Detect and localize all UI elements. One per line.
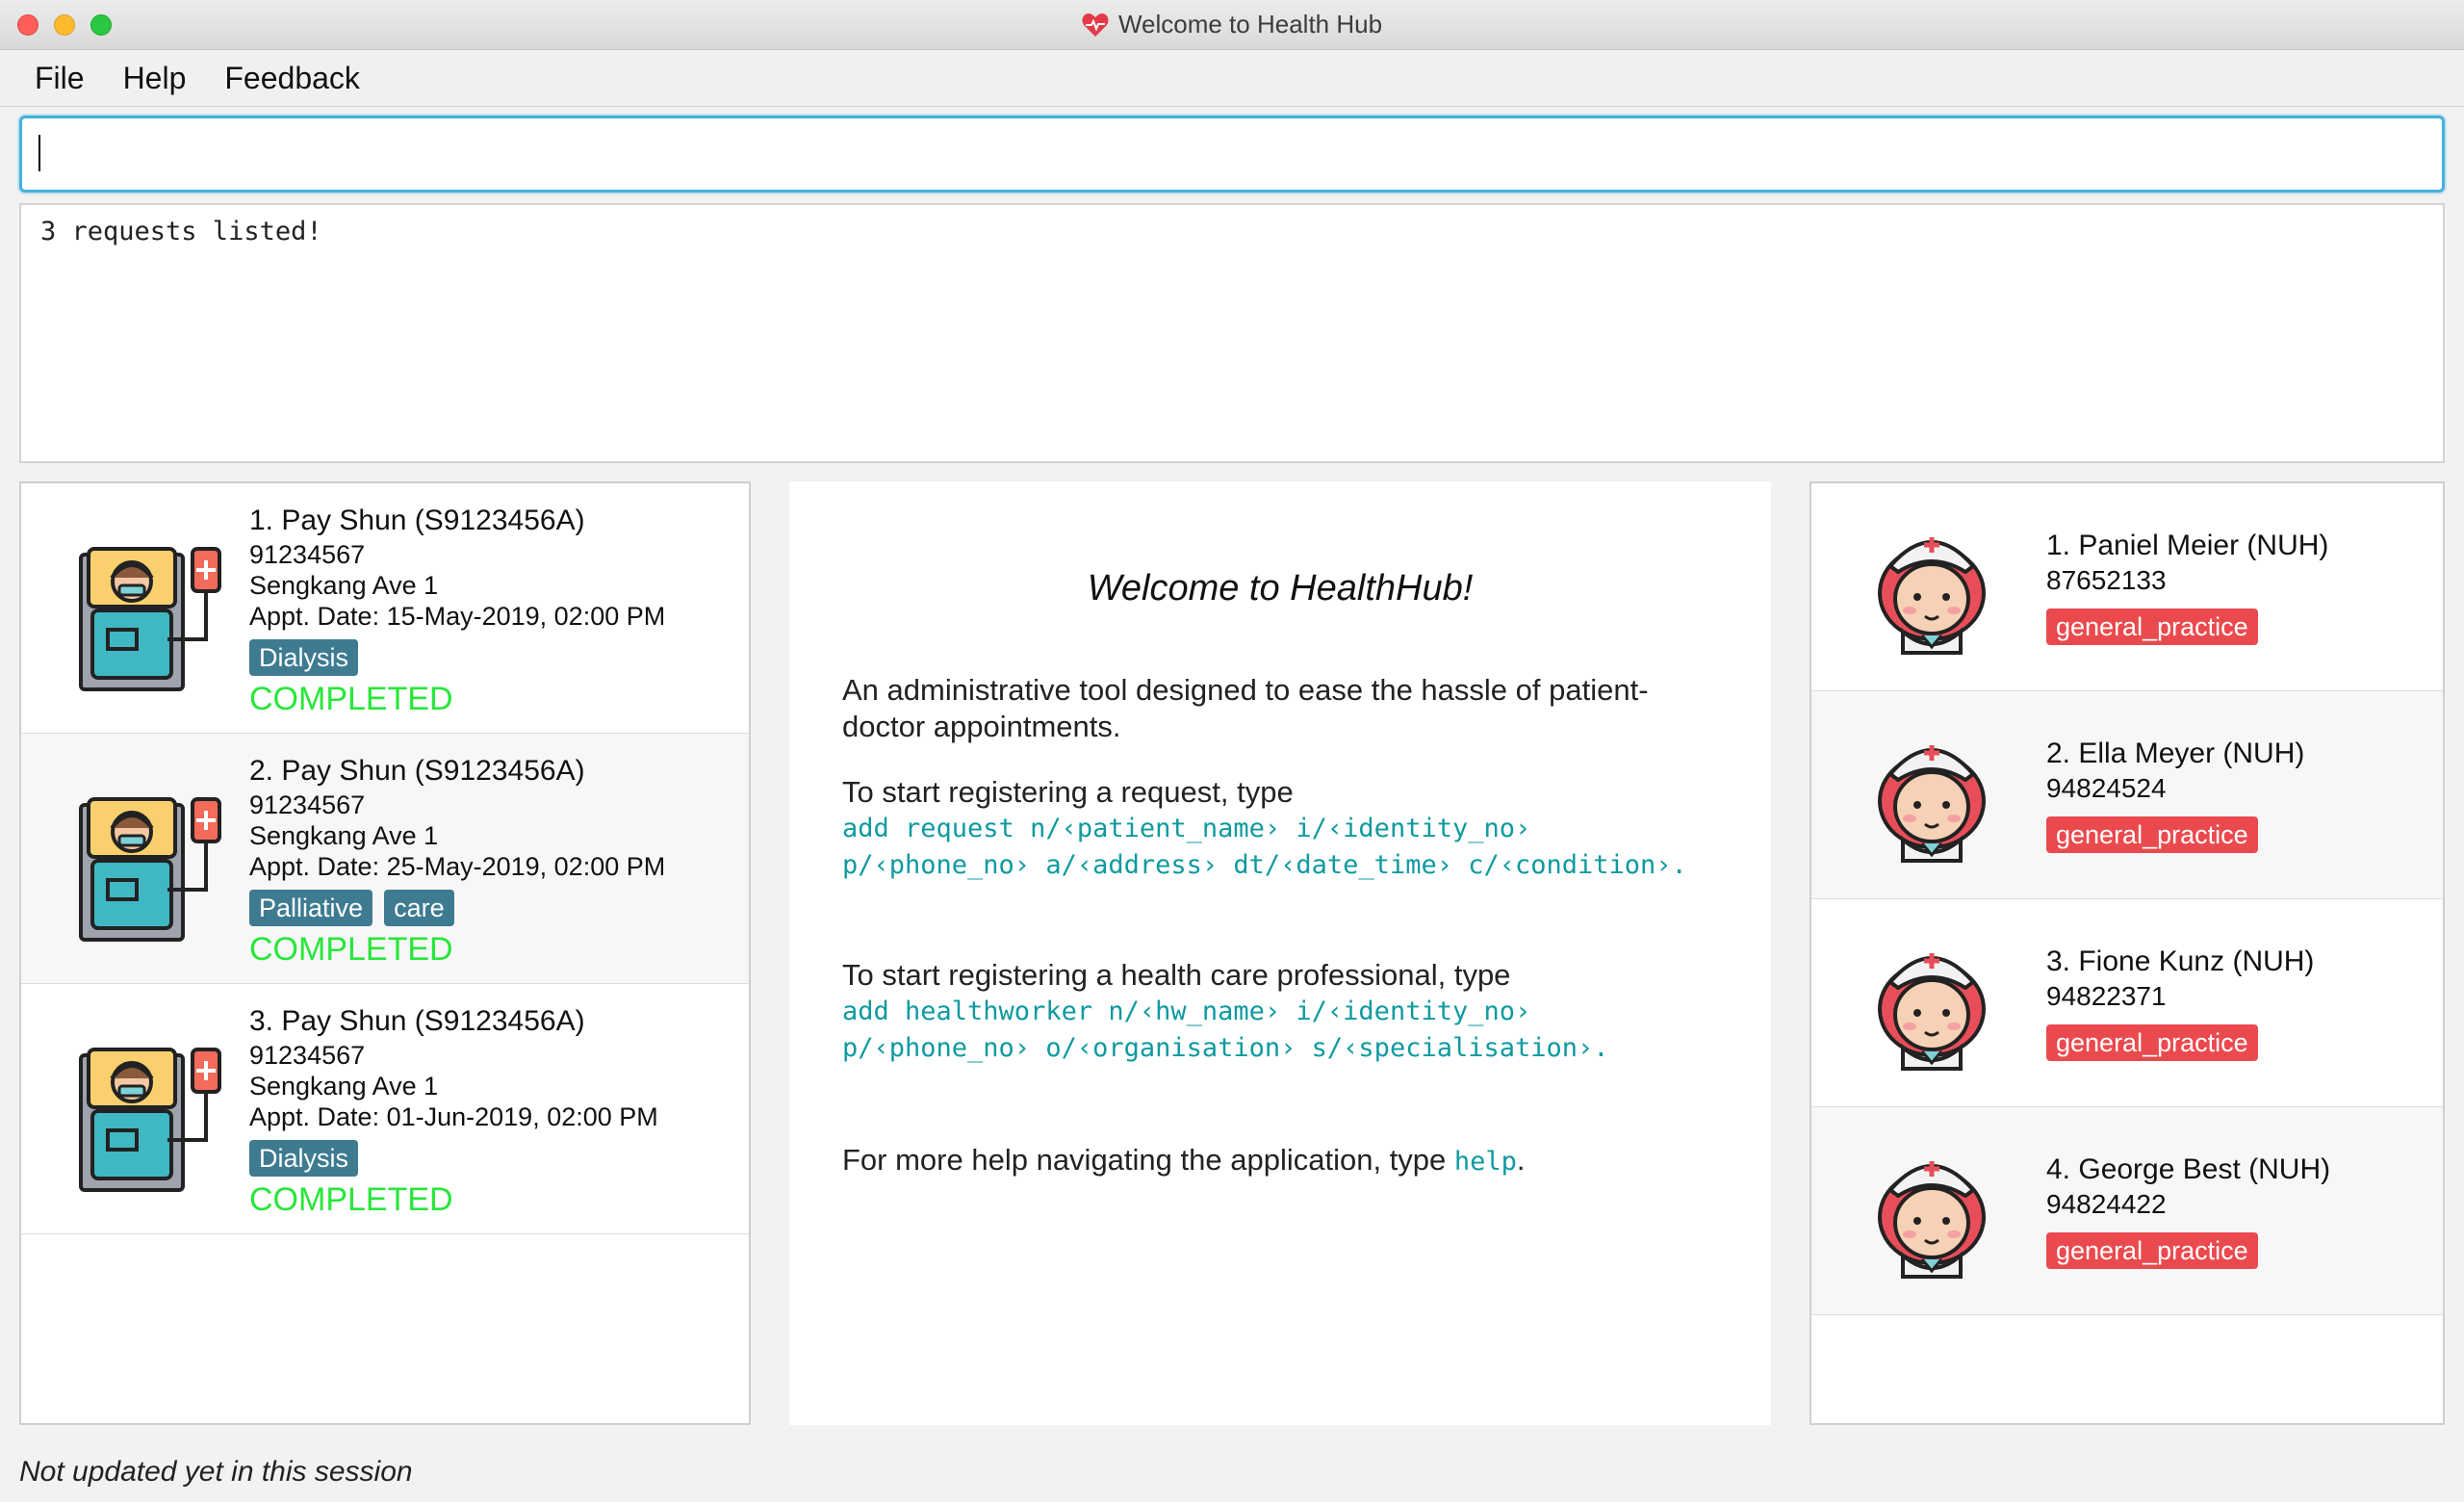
- close-window-button[interactable]: [17, 14, 38, 36]
- help-instructions: For more help navigating the application…: [842, 1142, 1689, 1180]
- command-input[interactable]: [19, 116, 2445, 193]
- healthworker-list-panel[interactable]: 1. Paniel Meier (NUH) 87652133 general_p…: [1810, 481, 2445, 1425]
- request-card[interactable]: 2. Pay Shun (S9123456A) 91234567 Sengkan…: [21, 734, 749, 984]
- healthworker-command-line-1: add healthworker n/‹hw_name› i/‹identity…: [842, 997, 1531, 1026]
- text-caret: [38, 135, 40, 171]
- request-phone: 91234567: [249, 540, 366, 569]
- request-tags: Palliative care: [249, 890, 665, 926]
- nurse-icon: [1878, 1161, 1986, 1279]
- help-period: .: [1516, 1143, 1526, 1177]
- healthworker-command-line-2: p/‹phone_no› o/‹organisation› s/‹special…: [842, 1033, 1609, 1063]
- request-status: COMPLETED: [249, 681, 453, 717]
- healthworker-specialisation-tag: general_practice: [2046, 816, 2258, 853]
- nurse-icon: [1878, 953, 1986, 1071]
- request-appt-date: Appt. Date: 01-Jun-2019, 02:00 PM: [249, 1102, 658, 1131]
- patient-bed-icon: [79, 797, 221, 942]
- healthworker-phone: 94822371: [2046, 981, 2167, 1011]
- result-display: 3 requests listed!: [19, 203, 2445, 463]
- healthworker-instructions: To start registering a health care profe…: [842, 957, 1689, 1067]
- help-command: help: [1453, 1147, 1517, 1177]
- healthworker-phone: 87652133: [2046, 565, 2167, 595]
- request-patient-name: 3. Pay Shun (S9123456A): [249, 1005, 585, 1037]
- help-prompt: For more help navigating the application…: [842, 1143, 1447, 1177]
- healthworker-name: 1. Paniel Meier (NUH): [2046, 530, 2329, 561]
- request-command-line-2: p/‹phone_no› a/‹address› dt/‹date_time› …: [842, 850, 1687, 880]
- request-address: Sengkang Ave 1: [249, 571, 439, 600]
- request-card[interactable]: 1. Pay Shun (S9123456A) 91234567 Sengkan…: [21, 483, 749, 734]
- request-list-panel[interactable]: 1. Pay Shun (S9123456A) 91234567 Sengkan…: [19, 481, 751, 1425]
- healthworker-card[interactable]: 2. Ella Meyer (NUH) 94824524 general_pra…: [1811, 691, 2443, 899]
- menu-feedback[interactable]: Feedback: [224, 61, 360, 96]
- request-address: Sengkang Ave 1: [249, 821, 439, 850]
- healthworker-name: 3. Fione Kunz (NUH): [2046, 945, 2315, 977]
- condition-tag: Palliative: [249, 890, 373, 926]
- request-prompt: To start registering a request, type: [842, 775, 1294, 809]
- zoom-window-button[interactable]: [90, 14, 112, 36]
- patient-bed-icon: [79, 547, 221, 691]
- menu-file[interactable]: File: [35, 61, 85, 96]
- request-tags: Dialysis: [249, 1140, 658, 1177]
- request-patient-name: 1. Pay Shun (S9123456A): [249, 505, 585, 536]
- healthworker-specialisation-tag: general_practice: [2046, 1024, 2258, 1061]
- request-tags: Dialysis: [249, 639, 665, 676]
- request-appt-date: Appt. Date: 25-May-2019, 02:00 PM: [249, 852, 666, 881]
- heart-icon: [1082, 13, 1109, 37]
- request-phone: 91234567: [249, 1041, 366, 1070]
- window-title: Welcome to Health Hub: [1117, 10, 1383, 39]
- request-command-line-1: add request n/‹patient_name› i/‹identity…: [842, 814, 1531, 843]
- condition-tag: care: [384, 890, 454, 926]
- request-patient-name: 2. Pay Shun (S9123456A): [249, 755, 585, 787]
- request-instructions: To start registering a request, type add…: [842, 774, 1689, 884]
- healthworker-prompt: To start registering a health care profe…: [842, 958, 1511, 992]
- window-titlebar: Welcome to Health Hub: [0, 0, 2464, 50]
- patient-bed-icon: [79, 1048, 221, 1192]
- healthworker-specialisation-tag: general_practice: [2046, 1232, 2258, 1269]
- condition-tag: Dialysis: [249, 639, 359, 676]
- welcome-title: Welcome to HealthHub!: [1087, 568, 1474, 609]
- menu-bar: File Help Feedback: [0, 51, 2464, 107]
- healthworker-name: 4. George Best (NUH): [2046, 1153, 2331, 1185]
- request-card[interactable]: 3. Pay Shun (S9123456A) 91234567 Sengkan…: [21, 984, 749, 1234]
- condition-tag: Dialysis: [249, 1140, 359, 1177]
- request-appt-date: Appt. Date: 15-May-2019, 02:00 PM: [249, 602, 666, 631]
- result-text: 3 requests listed!: [40, 217, 322, 246]
- welcome-intro: An administrative tool designed to ease …: [842, 673, 1649, 743]
- healthworker-card[interactable]: 3. Fione Kunz (NUH) 94822371 general_pra…: [1811, 899, 2443, 1107]
- request-phone: 91234567: [249, 790, 366, 819]
- request-status: COMPLETED: [249, 931, 453, 968]
- status-bar: Not updated yet in this session: [19, 1456, 413, 1488]
- menu-help[interactable]: Help: [123, 61, 187, 96]
- healthworker-phone: 94824524: [2046, 773, 2167, 803]
- nurse-icon: [1878, 537, 1986, 655]
- healthworker-specialisation-tag: general_practice: [2046, 609, 2258, 645]
- welcome-panel: Welcome to HealthHub! An administrative …: [789, 481, 1771, 1425]
- healthworker-name: 2. Ella Meyer (NUH): [2046, 738, 2305, 769]
- request-status: COMPLETED: [249, 1181, 453, 1218]
- minimize-window-button[interactable]: [54, 14, 75, 36]
- healthworker-card[interactable]: 1. Paniel Meier (NUH) 87652133 general_p…: [1811, 483, 2443, 691]
- request-address: Sengkang Ave 1: [249, 1072, 439, 1101]
- healthworker-card[interactable]: 4. George Best (NUH) 94824422 general_pr…: [1811, 1107, 2443, 1315]
- window-controls: [17, 14, 112, 36]
- healthworker-phone: 94824422: [2046, 1189, 2167, 1219]
- nurse-icon: [1878, 745, 1986, 863]
